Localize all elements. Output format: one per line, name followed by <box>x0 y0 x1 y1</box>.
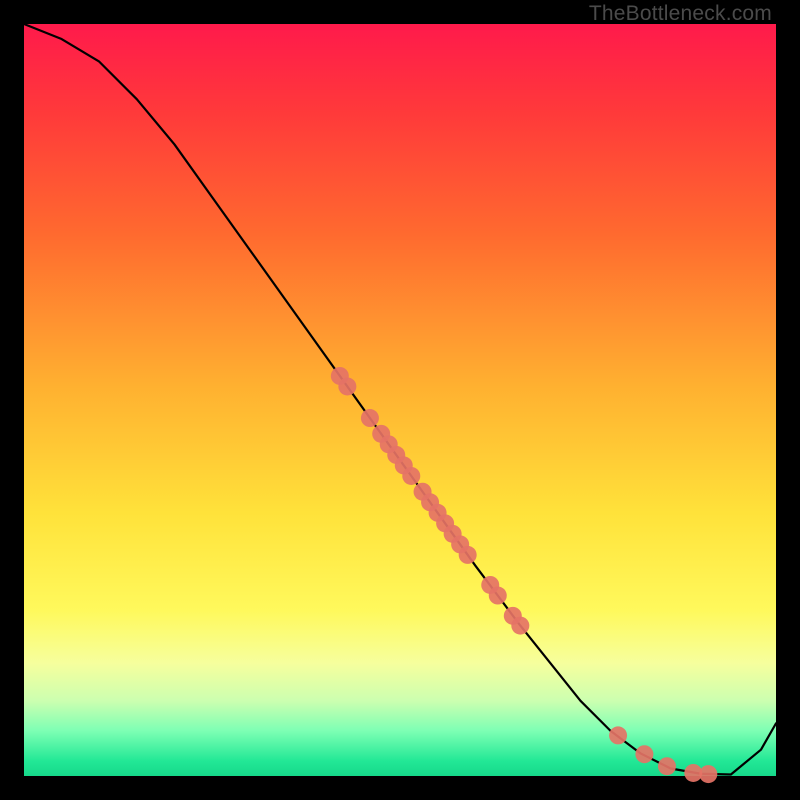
marker-dot <box>489 587 507 605</box>
marker-dot <box>361 409 379 427</box>
marker-dot <box>609 726 627 744</box>
marker-dot <box>658 757 676 775</box>
marker-group <box>331 367 717 783</box>
chart-frame <box>24 24 776 776</box>
marker-dot <box>699 765 717 783</box>
chart-overlay <box>24 24 776 776</box>
watermark-text: TheBottleneck.com <box>589 2 772 26</box>
marker-dot <box>635 745 653 763</box>
marker-dot <box>402 467 420 485</box>
curve-line <box>24 24 776 775</box>
marker-dot <box>459 546 477 564</box>
marker-dot <box>338 377 356 395</box>
marker-dot <box>511 617 529 635</box>
